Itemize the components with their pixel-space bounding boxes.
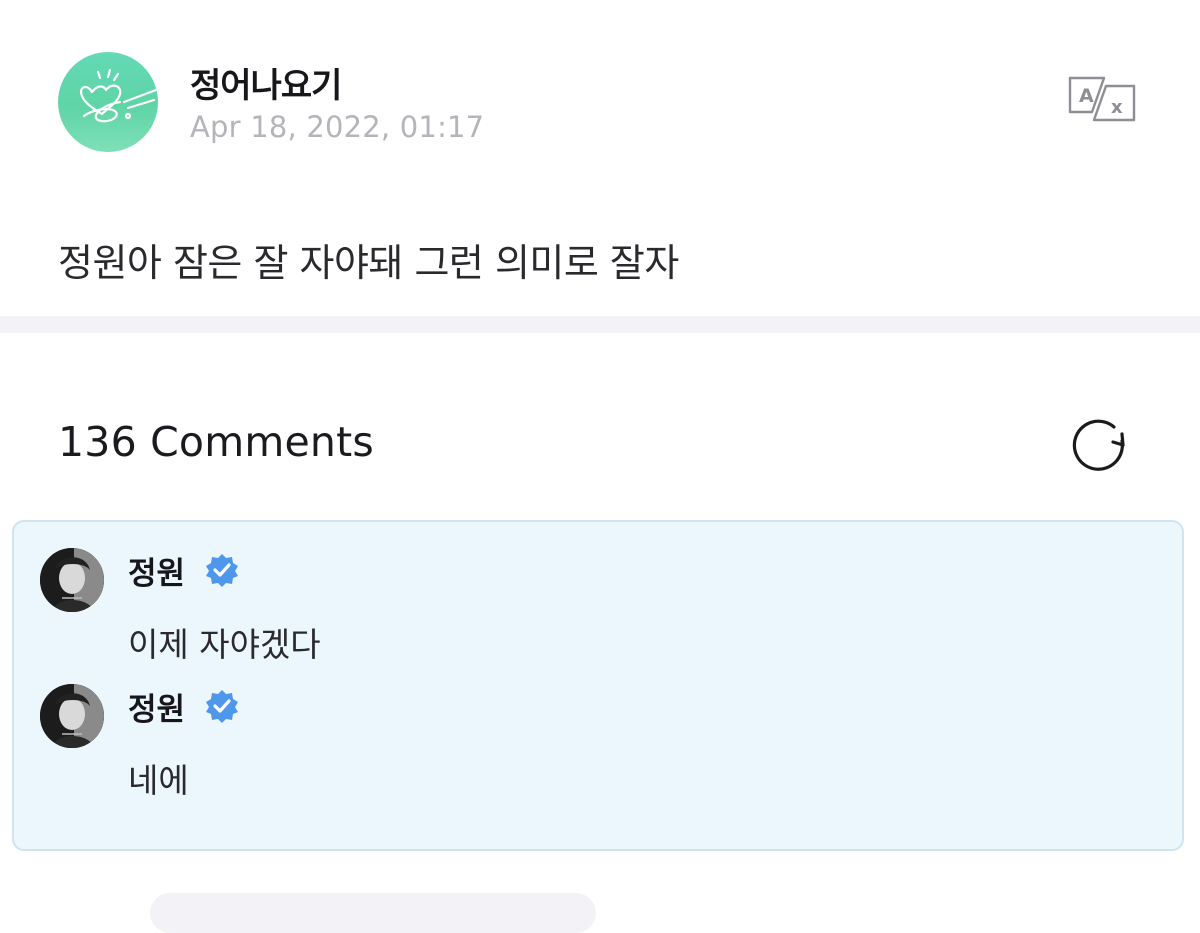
comment-text: 이제 자야겠다 [128,625,321,664]
post-date: Apr 18, 2022, 01:17 [190,110,485,144]
comment-input[interactable] [150,893,596,933]
refresh-icon [1072,419,1125,471]
comment-author[interactable]: 정원 [128,548,185,593]
verified-badge-icon [206,690,238,723]
comment-text: 네에 [128,761,189,800]
artist-comments-box: 정원 이제 자야겠다 정원 네에 [12,520,1184,851]
author-avatar[interactable] [58,52,158,152]
verified-badge-icon [206,554,238,587]
post-header: 정어나요기 Apr 18, 2022, 01:17 A x [58,52,1142,154]
avatar-doodle-icon [80,68,158,123]
commenter-avatar[interactable] [40,548,104,612]
comment-author[interactable]: 정원 [128,684,185,729]
translate-button[interactable]: A x [1066,72,1138,126]
post-text: 정원아 잠은 잘 자야돼 그런 의미로 잘자 [58,241,679,285]
translate-icon: A x [1068,76,1136,122]
section-divider [0,316,1200,333]
commenter-avatar[interactable] [40,684,104,748]
comments-count: 136 Comments [58,418,374,466]
post-author-name[interactable]: 정어나요기 [190,58,342,107]
svg-text:A: A [1079,85,1094,107]
avatar-photo-icon [40,684,104,748]
avatar-photo-icon [40,548,104,612]
refresh-button[interactable] [1070,415,1132,477]
svg-text:x: x [1111,97,1123,118]
